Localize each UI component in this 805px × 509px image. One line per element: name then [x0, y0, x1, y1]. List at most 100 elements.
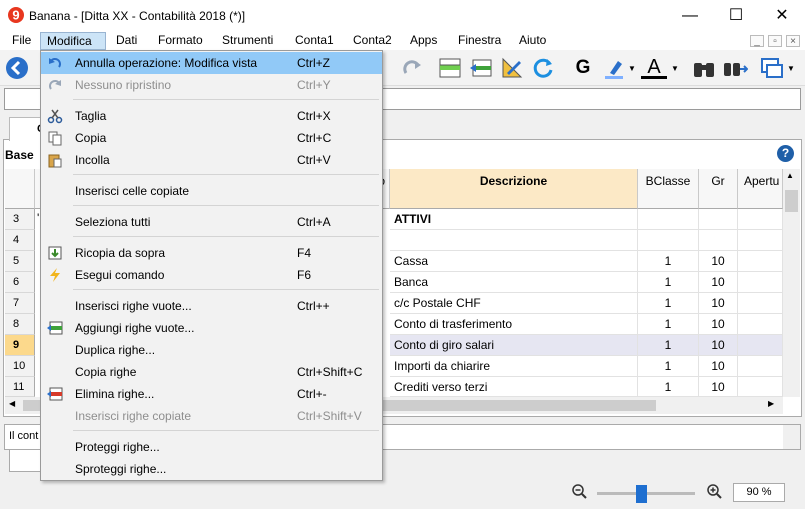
- table-cell-apertura[interactable]: [738, 377, 783, 397]
- zoom-slider-thumb[interactable]: [636, 485, 647, 503]
- menu-dati[interactable]: Dati: [110, 32, 143, 50]
- menu-item-proteggi-righe[interactable]: Proteggi righe...: [41, 436, 382, 458]
- menu-item-sproteggi-righe[interactable]: Sproteggi righe...: [41, 458, 382, 480]
- row-number[interactable]: 8: [5, 314, 35, 335]
- menu-formato[interactable]: Formato: [152, 32, 209, 50]
- table-cell-apertura[interactable]: [738, 335, 783, 356]
- close-button[interactable]: ✕: [759, 0, 805, 31]
- menu-item-inserisci-celle-copiate[interactable]: Inserisci celle copiate: [41, 180, 382, 202]
- row-number[interactable]: 11: [5, 377, 35, 397]
- mdi-restore-button[interactable]: ▫: [768, 35, 782, 47]
- table-cell-apertura[interactable]: [738, 230, 783, 251]
- menu-item-inserisci-righe-copiate[interactable]: Inserisci righe copiate Ctrl+Shift+V: [41, 405, 382, 427]
- column-header-apertura[interactable]: Apertu: [738, 169, 783, 209]
- menu-conta1[interactable]: Conta1: [289, 32, 340, 50]
- refresh-icon[interactable]: [530, 55, 556, 81]
- menu-item-incolla[interactable]: Incolla Ctrl+V: [41, 149, 382, 171]
- tab-conti[interactable]: C: [9, 117, 45, 141]
- font-color-icon[interactable]: A: [641, 55, 667, 79]
- help-icon[interactable]: ?: [777, 145, 794, 162]
- table-cell-descrizione[interactable]: Importi da chiarire: [390, 356, 638, 377]
- zoom-value-field[interactable]: 90 %: [733, 483, 785, 502]
- row-number-selected[interactable]: 9: [5, 335, 35, 356]
- back-arrow-icon[interactable]: [4, 55, 30, 81]
- menu-modifica[interactable]: Modifica: [40, 32, 106, 50]
- table-cell-bclasse[interactable]: [638, 209, 699, 230]
- row-number[interactable]: 4: [5, 230, 35, 251]
- row-number[interactable]: 3: [5, 209, 35, 230]
- menu-finestra[interactable]: Finestra: [452, 32, 507, 50]
- table-cell-bclasse[interactable]: 1: [638, 335, 699, 356]
- window-switch-dropdown-arrow[interactable]: ▼: [787, 64, 795, 73]
- menu-strumenti[interactable]: Strumenti: [216, 32, 279, 50]
- bold-icon[interactable]: G: [570, 55, 596, 81]
- column-header-descrizione[interactable]: Descrizione: [390, 169, 638, 209]
- scroll-up-arrow-icon[interactable]: ▲: [786, 171, 794, 180]
- table-cell-gr[interactable]: 10: [699, 377, 738, 397]
- binoculars-icon[interactable]: [691, 55, 717, 81]
- row-number[interactable]: 7: [5, 293, 35, 314]
- maximize-button[interactable]: ☐: [713, 0, 759, 31]
- table-cell-bclasse[interactable]: 1: [638, 314, 699, 335]
- highlight-dropdown-arrow[interactable]: ▼: [628, 64, 636, 73]
- info-tab[interactable]: [9, 450, 43, 472]
- row-number[interactable]: 10: [5, 356, 35, 377]
- row-number[interactable]: 6: [5, 272, 35, 293]
- menu-item-elimina-righe[interactable]: Elimina righe... Ctrl+-: [41, 383, 382, 405]
- table-cell-descrizione[interactable]: Conto di trasferimento: [390, 314, 638, 335]
- view-label[interactable]: Base: [5, 148, 34, 162]
- table-cell-gr[interactable]: 10: [699, 251, 738, 272]
- table-cell-bclasse[interactable]: 1: [638, 356, 699, 377]
- menu-apps[interactable]: Apps: [404, 32, 443, 50]
- zoom-in-icon[interactable]: [706, 483, 722, 499]
- table-cell-gr[interactable]: 10: [699, 335, 738, 356]
- table-cell-apertura[interactable]: [738, 314, 783, 335]
- menu-item-duplica-righe[interactable]: Duplica righe...: [41, 339, 382, 361]
- table-cell-gr[interactable]: 10: [699, 272, 738, 293]
- table-cell-descrizione[interactable]: Cassa: [390, 251, 638, 272]
- menu-item-redo[interactable]: Nessuno ripristino Ctrl+Y: [41, 74, 382, 96]
- table-cell-descrizione-selected[interactable]: Conto di giro salari: [390, 335, 638, 356]
- font-color-dropdown-arrow[interactable]: ▼: [671, 64, 679, 73]
- row-number[interactable]: 5: [5, 251, 35, 272]
- mdi-minimize-button[interactable]: _: [750, 35, 764, 47]
- table-cell-bclasse[interactable]: [638, 230, 699, 251]
- menu-item-copia-righe[interactable]: Copia righe Ctrl+Shift+C: [41, 361, 382, 383]
- scroll-right-arrow-icon[interactable]: ▶: [768, 399, 774, 408]
- scroll-left-arrow-icon[interactable]: ◀: [9, 399, 15, 408]
- window-switch-icon[interactable]: [759, 55, 785, 81]
- menu-item-seleziona-tutti[interactable]: Seleziona tutti Ctrl+A: [41, 211, 382, 233]
- table-cell-bclasse[interactable]: 1: [638, 251, 699, 272]
- table-cell-gr[interactable]: [699, 209, 738, 230]
- table-cell-apertura[interactable]: [738, 356, 783, 377]
- minimize-button[interactable]: —: [667, 0, 713, 31]
- table-cell-gr[interactable]: [699, 230, 738, 251]
- table-cell-bclasse[interactable]: 1: [638, 293, 699, 314]
- zoom-out-icon[interactable]: [571, 483, 587, 499]
- menu-item-undo[interactable]: Annulla operazione: Modifica vista Ctrl+…: [41, 52, 382, 74]
- column-header-gr[interactable]: Gr: [699, 169, 738, 209]
- table-cell-descrizione[interactable]: Crediti verso terzi: [390, 377, 638, 397]
- menu-item-aggiungi-righe-vuote[interactable]: Aggiungi righe vuote...: [41, 317, 382, 339]
- mdi-close-button[interactable]: ×: [786, 35, 800, 47]
- menu-item-inserisci-righe-vuote[interactable]: Inserisci righe vuote... Ctrl++: [41, 295, 382, 317]
- menu-item-esegui-comando[interactable]: Esegui comando F6: [41, 264, 382, 286]
- column-header-bclasse[interactable]: BClasse: [638, 169, 699, 209]
- table-cell-apertura[interactable]: [738, 209, 783, 230]
- table-cell-apertura[interactable]: [738, 293, 783, 314]
- table-cell-apertura[interactable]: [738, 251, 783, 272]
- redo-icon[interactable]: [400, 55, 426, 81]
- find-replace-icon[interactable]: [722, 55, 748, 81]
- menu-conta2[interactable]: Conta2: [347, 32, 398, 50]
- info-scrollbar[interactable]: [783, 425, 800, 449]
- insert-rows-icon[interactable]: [437, 55, 463, 81]
- menu-item-ricopia-da-sopra[interactable]: Ricopia da sopra F4: [41, 242, 382, 264]
- table-cell-bclasse[interactable]: 1: [638, 377, 699, 397]
- table-cell-descrizione[interactable]: Banca: [390, 272, 638, 293]
- table-cell-bclasse[interactable]: 1: [638, 272, 699, 293]
- menu-aiuto[interactable]: Aiuto: [513, 32, 552, 50]
- edit-pen-icon[interactable]: [499, 55, 525, 81]
- add-rows-icon[interactable]: [468, 55, 494, 81]
- table-cell-gr[interactable]: 10: [699, 356, 738, 377]
- vertical-scroll-thumb[interactable]: [785, 190, 798, 212]
